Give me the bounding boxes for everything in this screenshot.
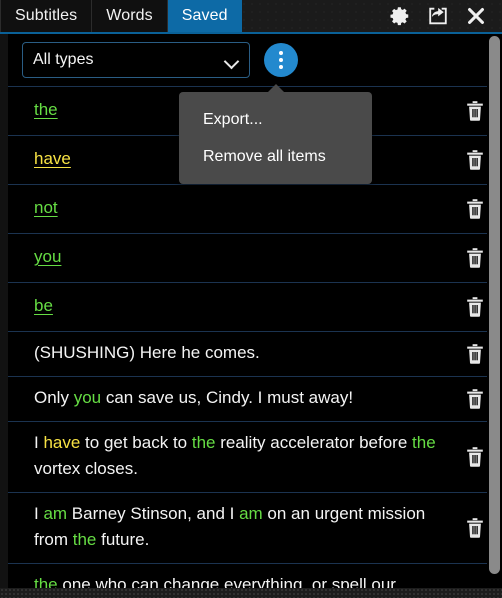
text-segment: to get back to: [80, 433, 192, 452]
tab-list: Subtitles Words Saved: [0, 0, 242, 32]
header-icon-group: [388, 0, 502, 32]
kebab-menu-icon[interactable]: [264, 43, 298, 77]
kebab-dot-2: [279, 58, 283, 62]
list-item[interactable]: the one who can change everything, or sp…: [8, 563, 502, 590]
menu-item-remove-all[interactable]: Remove all items: [179, 139, 372, 176]
saved-sentence-text[interactable]: I have to get back to the reality accele…: [8, 426, 448, 488]
app-window: Subtitles Words Saved All types Export..…: [0, 0, 502, 598]
tab-subtitles[interactable]: Subtitles: [0, 0, 93, 32]
filter-bar: All types: [0, 34, 502, 86]
highlighted-word: have: [43, 433, 81, 452]
saved-sentence-text[interactable]: Only you can save us, Cindy. I must away…: [8, 381, 448, 417]
highlighted-word: the: [72, 530, 97, 549]
highlighted-word: the: [34, 100, 58, 119]
bottom-resize-strip: [0, 588, 502, 598]
list-item[interactable]: you: [8, 233, 502, 282]
gear-icon[interactable]: [388, 4, 412, 28]
highlighted-word: you: [34, 247, 62, 266]
list-item[interactable]: Only you can save us, Cindy. I must away…: [8, 376, 502, 421]
chevron-down-icon: [225, 56, 239, 64]
text-segment: Barney Stinson, and I: [67, 504, 240, 523]
text-segment: can save us, Cindy. I must away!: [101, 388, 354, 407]
highlighted-word: am: [239, 504, 263, 523]
list-item[interactable]: I have to get back to the reality accele…: [8, 421, 502, 492]
tab-bar-spacer: [242, 0, 388, 32]
saved-word-text[interactable]: not: [8, 189, 448, 229]
saved-sentence-text[interactable]: (SHUSHING) Here he comes.: [8, 336, 448, 372]
list-item[interactable]: not: [8, 184, 502, 233]
highlighted-word: be: [34, 296, 53, 315]
highlighted-word: the: [191, 433, 216, 452]
tab-label: Words: [106, 7, 153, 24]
text-segment: Only: [34, 388, 74, 407]
text-segment: reality accelerator before: [215, 433, 413, 452]
highlighted-word: not: [34, 198, 58, 217]
text-segment: future.: [96, 530, 150, 549]
text-segment: (SHUSHING) Here he comes.: [34, 343, 260, 362]
saved-sentence-text[interactable]: I am Barney Stinson, and I am on an urge…: [8, 497, 448, 559]
list-item[interactable]: I am Barney Stinson, and I am on an urge…: [8, 492, 502, 563]
tab-saved[interactable]: Saved: [167, 0, 242, 32]
type-filter-value: All types: [33, 51, 94, 68]
list-item[interactable]: be: [8, 282, 502, 331]
text-segment: vortex closes.: [34, 459, 138, 478]
saved-word-text[interactable]: you: [8, 238, 448, 278]
highlighted-word: am: [43, 504, 68, 523]
tab-bar: Subtitles Words Saved: [0, 0, 502, 34]
saved-sentence-text[interactable]: the one who can change everything, or sp…: [8, 568, 448, 590]
saved-word-text[interactable]: be: [8, 287, 448, 327]
list-item[interactable]: (SHUSHING) Here he comes.: [8, 331, 502, 376]
vertical-scrollbar[interactable]: [487, 34, 502, 586]
highlighted-word: you: [73, 388, 102, 407]
scrollbar-thumb[interactable]: [489, 36, 500, 574]
type-filter-select[interactable]: All types: [22, 42, 250, 78]
tab-label: Saved: [181, 7, 228, 24]
close-icon[interactable]: [464, 4, 488, 28]
tab-label: Subtitles: [15, 7, 78, 24]
kebab-dot-1: [279, 51, 283, 55]
highlighted-word: have: [34, 149, 71, 168]
overflow-menu-popup: Export... Remove all items: [179, 84, 372, 184]
share-export-icon[interactable]: [426, 4, 450, 28]
kebab-dot-3: [279, 65, 283, 69]
tab-words[interactable]: Words: [92, 0, 168, 32]
highlighted-word: the: [412, 433, 436, 452]
menu-item-export[interactable]: Export...: [179, 102, 372, 139]
